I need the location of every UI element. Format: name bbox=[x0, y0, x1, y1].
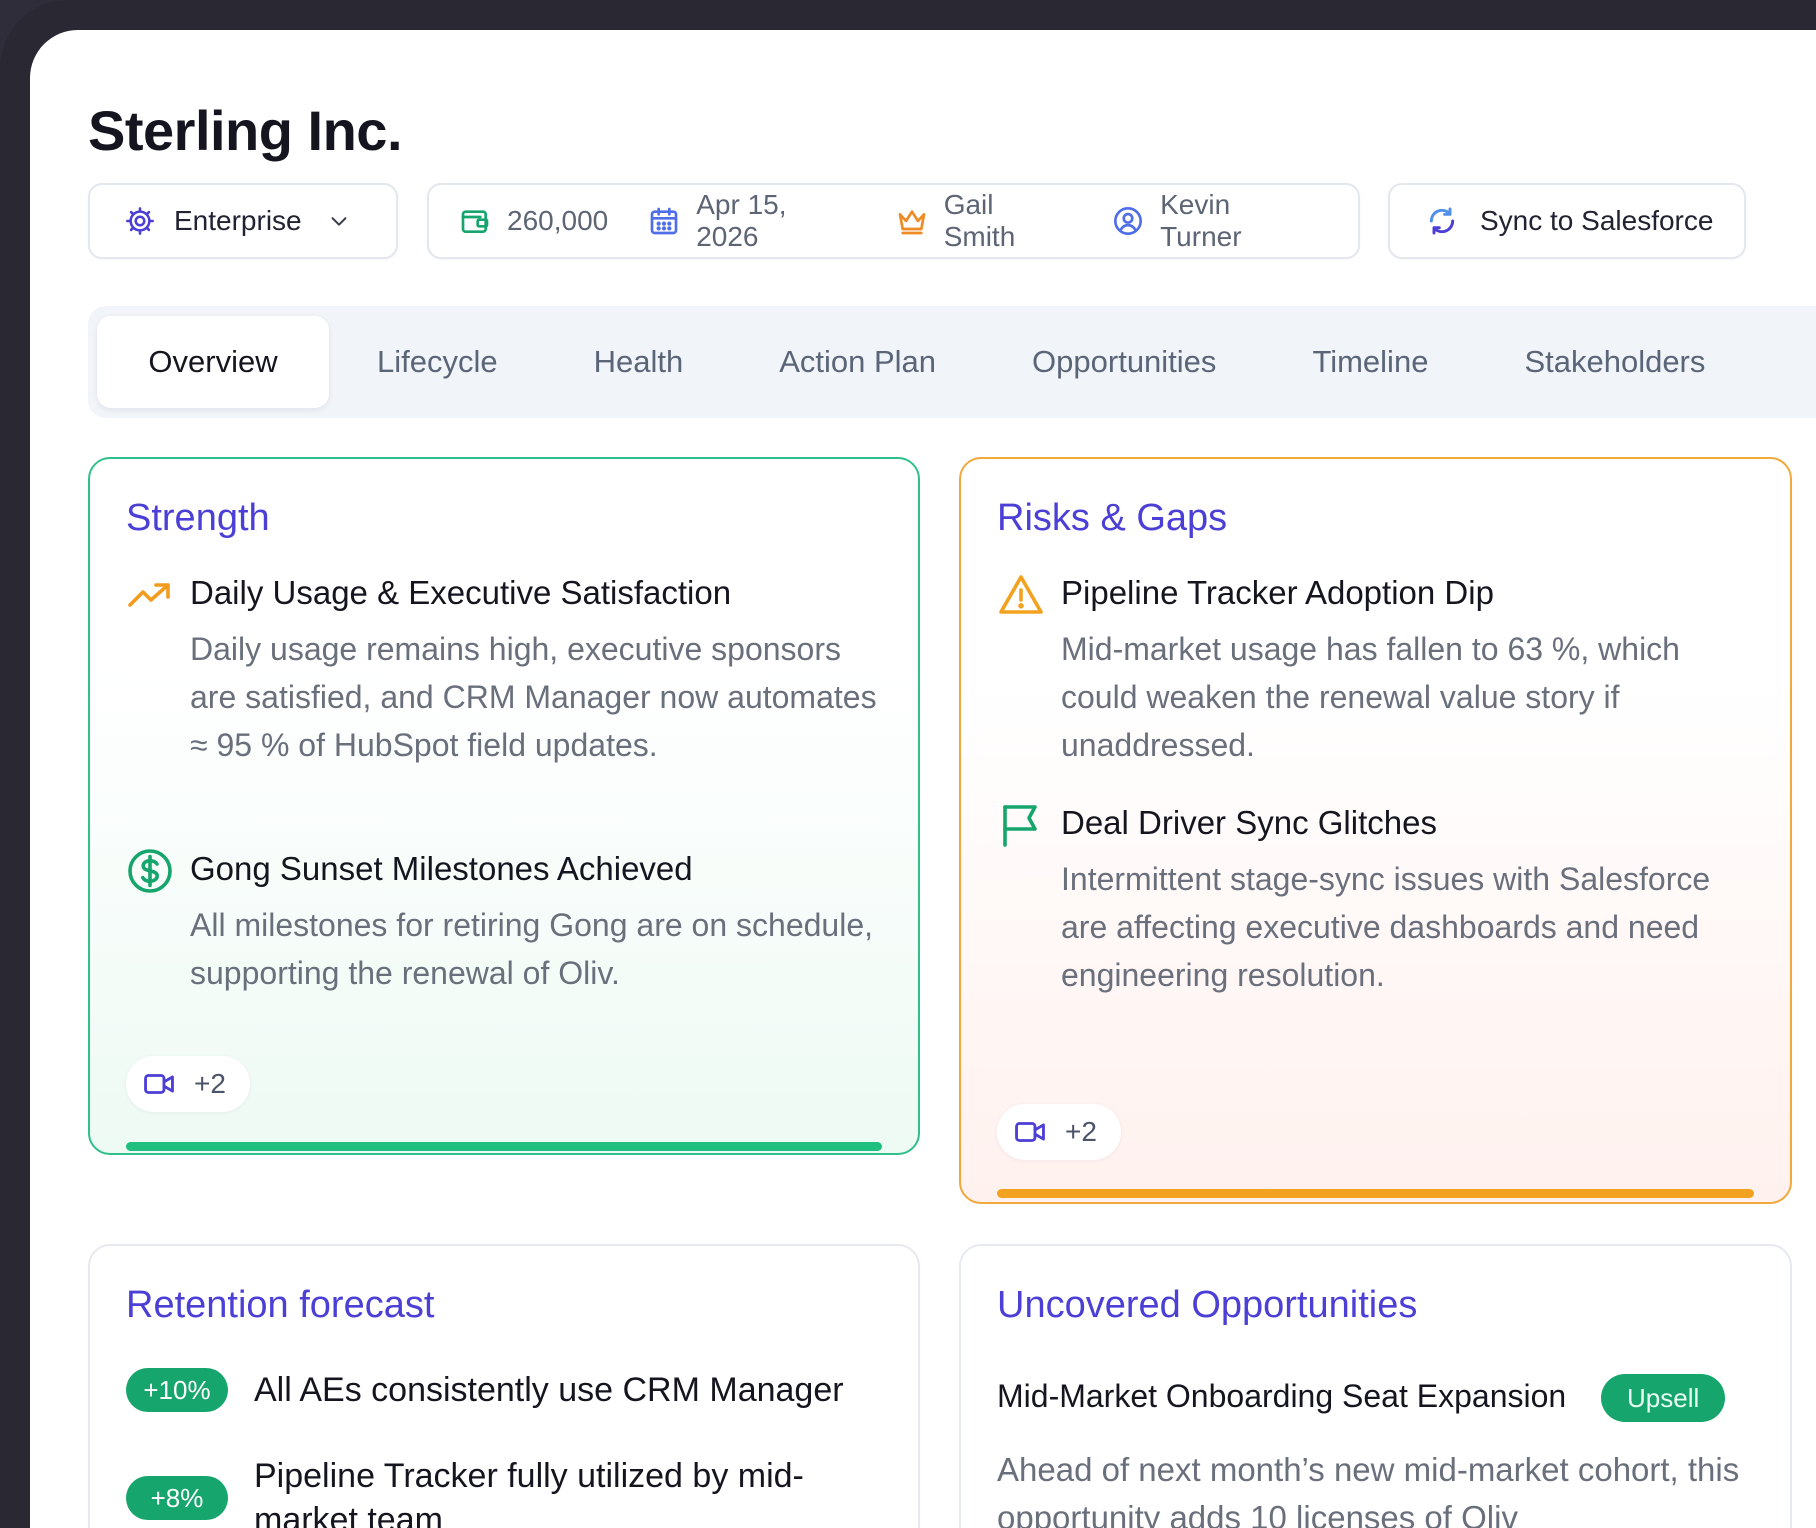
forecast-text: All AEs consistently use CRM Manager bbox=[254, 1371, 844, 1409]
refresh-icon bbox=[1426, 205, 1458, 237]
forecast-text: Pipeline Tracker fully utilized by mid-m… bbox=[254, 1457, 804, 1528]
recordings-count: +2 bbox=[1065, 1116, 1097, 1147]
meta-contact: Kevin Turner bbox=[1112, 189, 1318, 253]
wallet-icon bbox=[459, 205, 491, 237]
trending-up-icon bbox=[126, 571, 174, 619]
retention-forecast-card: Retention forecast +10% All AEs consiste… bbox=[88, 1244, 920, 1528]
risk-item-title: Deal Driver Sync Glitches bbox=[1061, 804, 1437, 841]
date-value: Apr 15, 2026 bbox=[696, 189, 787, 252]
contact-name: Kevin Turner bbox=[1160, 189, 1242, 252]
page-title: Sterling Inc. bbox=[88, 99, 403, 162]
tab-action-plan[interactable]: Action Plan bbox=[731, 316, 984, 408]
tab-opportunities[interactable]: Opportunities bbox=[984, 316, 1264, 408]
strength-item: Gong Sunset Milestones Achieved All mile… bbox=[126, 847, 882, 997]
forecast-pct-badge: +10% bbox=[126, 1368, 228, 1412]
sync-label: Sync to Salesforce bbox=[1480, 205, 1714, 236]
risks-card: Risks & Gaps Pipeline Tracker Adoption D… bbox=[959, 457, 1792, 1204]
risk-item-title: Pipeline Tracker Adoption Dip bbox=[1061, 574, 1494, 611]
account-meta-bar: 260,000 Apr 15, 2026 Gail Smith Kevin Tu… bbox=[427, 183, 1360, 259]
strength-item-title: Daily Usage & Executive Satisfaction bbox=[190, 574, 732, 611]
recordings-count: +2 bbox=[194, 1068, 226, 1099]
risk-item-body: Intermittent stage-sync issues with Sale… bbox=[1061, 861, 1711, 993]
sync-to-salesforce-button[interactable]: Sync to Salesforce bbox=[1388, 183, 1746, 259]
retention-title: Retention forecast bbox=[126, 1284, 435, 1326]
risk-item: Pipeline Tracker Adoption Dip Mid-market… bbox=[997, 571, 1754, 769]
segment-dropdown[interactable]: Enterprise bbox=[88, 183, 398, 259]
tab-overview[interactable]: Overview bbox=[97, 316, 329, 408]
segment-label: Enterprise bbox=[174, 205, 302, 236]
flag-icon bbox=[997, 801, 1045, 849]
risks-title: Risks & Gaps bbox=[997, 497, 1228, 539]
tab-stakeholders[interactable]: Stakeholders bbox=[1476, 316, 1753, 408]
strength-card: Strength Daily Usage & Executive Satisfa… bbox=[88, 457, 920, 1155]
strength-item-body: Daily usage remains high, executive spon… bbox=[190, 631, 877, 763]
tab-health[interactable]: Health bbox=[546, 316, 732, 408]
amount-value: 260,000 bbox=[507, 205, 609, 236]
strength-title: Strength bbox=[126, 497, 270, 539]
crown-icon bbox=[896, 205, 928, 237]
user-circle-icon bbox=[1112, 205, 1144, 237]
risk-item: Deal Driver Sync Glitches Intermittent s… bbox=[997, 801, 1754, 999]
tab-timeline[interactable]: Timeline bbox=[1264, 316, 1476, 408]
meta-owner: Gail Smith bbox=[896, 189, 1072, 253]
warning-icon bbox=[997, 571, 1045, 619]
device-frame: Sterling Inc. Enterprise 260,000 Apr 15,… bbox=[0, 0, 1816, 1528]
forecast-row: +10% All AEs consistently use CRM Manage… bbox=[126, 1368, 882, 1412]
risk-item-body: Mid-market usage has fallen to 63 %, whi… bbox=[1061, 631, 1680, 763]
chevron-down-icon bbox=[328, 210, 350, 232]
tab-bar: Overview Lifecycle Health Action Plan Op… bbox=[88, 306, 1816, 418]
strength-progress-bar bbox=[126, 1142, 882, 1151]
calendar-icon bbox=[648, 205, 680, 237]
video-camera-icon bbox=[1013, 1115, 1047, 1149]
opportunities-title: Uncovered Opportunities bbox=[997, 1284, 1418, 1326]
account-page: Sterling Inc. Enterprise 260,000 Apr 15,… bbox=[30, 30, 1816, 1528]
tab-lifecycle[interactable]: Lifecycle bbox=[329, 316, 546, 408]
gear-icon bbox=[124, 205, 156, 237]
recordings-badge[interactable]: +2 bbox=[997, 1104, 1121, 1160]
recordings-badge[interactable]: +2 bbox=[126, 1056, 250, 1112]
dollar-circle-icon bbox=[126, 847, 174, 895]
upsell-tag: Upsell bbox=[1601, 1374, 1726, 1422]
strength-item: Daily Usage & Executive Satisfaction Dai… bbox=[126, 571, 882, 769]
opportunity-description: Ahead of next month’s new mid-market coh… bbox=[997, 1451, 1740, 1528]
strength-item-title: Gong Sunset Milestones Achieved bbox=[190, 850, 693, 887]
strength-item-body: All milestones for retiring Gong are on … bbox=[190, 907, 874, 991]
forecast-row: +8% Pipeline Tracker fully utilized by m… bbox=[126, 1454, 882, 1528]
opportunity-title[interactable]: Mid-Market Onboarding Seat Expansion bbox=[997, 1378, 1566, 1415]
video-camera-icon bbox=[142, 1067, 176, 1101]
meta-amount: 260,000 bbox=[459, 205, 608, 237]
risks-progress-bar bbox=[997, 1189, 1754, 1198]
forecast-pct-badge: +8% bbox=[126, 1476, 228, 1520]
uncovered-opportunities-card: Uncovered Opportunities Mid-Market Onboa… bbox=[959, 1244, 1792, 1528]
owner-name: Gail Smith bbox=[943, 189, 1016, 252]
meta-date: Apr 15, 2026 bbox=[648, 189, 855, 253]
